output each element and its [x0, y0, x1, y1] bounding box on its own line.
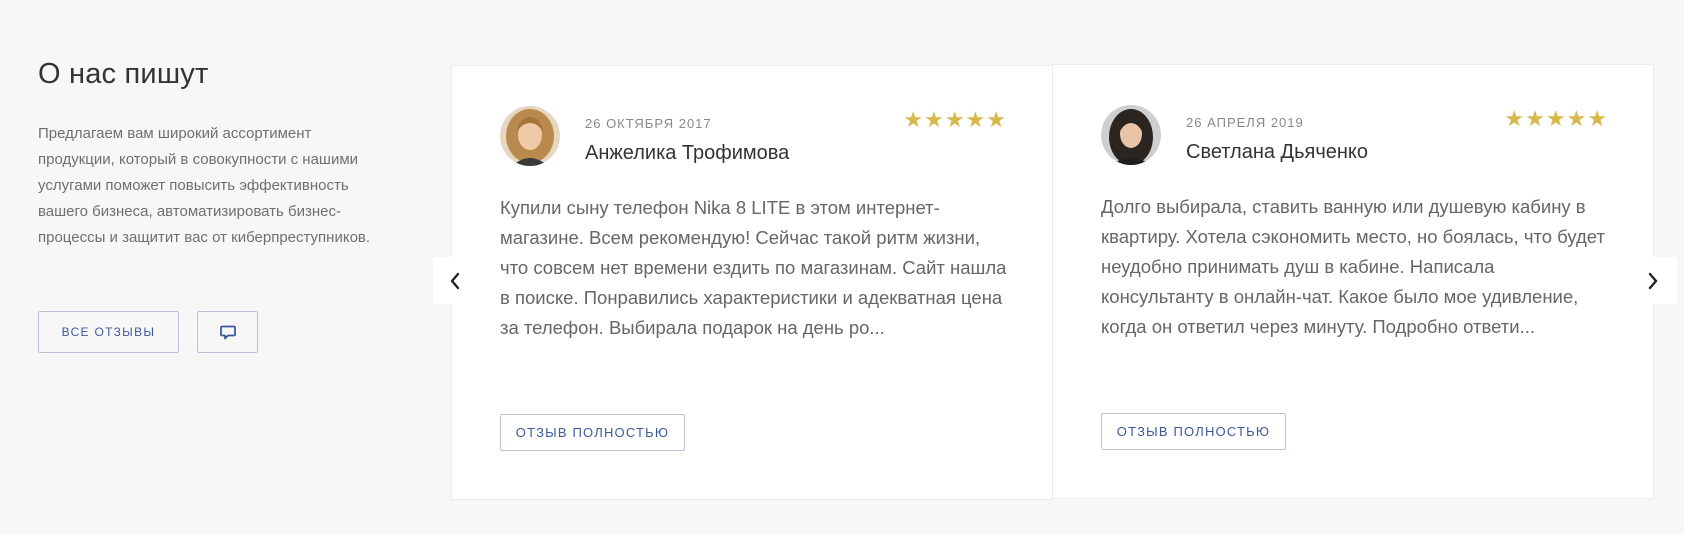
all-reviews-button[interactable]: ВСЕ ОТЗЫВЫ: [38, 311, 179, 353]
chat-bubble-icon: [219, 325, 236, 340]
review-author: Светлана Дьяченко: [1186, 141, 1369, 163]
review-card: 26 ОКТЯБРЯ 2017 Анжелика Трофимова ★★★★★…: [452, 66, 1052, 499]
avatar: [500, 106, 560, 166]
full-review-button[interactable]: ОТЗЫВ ПОЛНОСТЬЮ: [1101, 413, 1286, 450]
avatar-photo: [500, 106, 560, 166]
avatar-photo: [1101, 105, 1161, 165]
avatar: [1101, 105, 1161, 165]
carousel-prev-button[interactable]: [433, 257, 476, 304]
write-review-button[interactable]: [197, 311, 258, 353]
section-description: Предлагаем вам широкий ассортимент проду…: [38, 125, 371, 246]
full-review-button[interactable]: ОТЗЫВ ПОЛНОСТЬЮ: [500, 414, 685, 451]
review-author: Анжелика Трофимова: [585, 142, 790, 164]
chevron-left-icon: [450, 272, 459, 289]
section-title: О нас пишут: [38, 58, 209, 90]
review-card: 26 АПРЕЛЯ 2019 Светлана Дьяченко ★★★★★ Д…: [1053, 65, 1653, 498]
chevron-right-icon: [1648, 272, 1658, 289]
review-text: Купили сыну телефон Nika 8 LITE в этом и…: [500, 197, 1007, 338]
review-date: 26 АПРЕЛЯ 2019: [1186, 115, 1304, 130]
rating-stars: ★★★★★: [903, 107, 1007, 132]
review-text: Долго выбирала, ставить ванную или душев…: [1101, 196, 1605, 337]
carousel-next-button[interactable]: [1629, 257, 1677, 304]
intro-actions: ВСЕ ОТЗЫВЫ: [38, 311, 258, 353]
intro-block: О нас пишут Предлагаем вам широкий ассор…: [38, 58, 378, 251]
review-date: 26 ОКТЯБРЯ 2017: [585, 116, 712, 131]
rating-stars: ★★★★★: [1504, 106, 1608, 131]
